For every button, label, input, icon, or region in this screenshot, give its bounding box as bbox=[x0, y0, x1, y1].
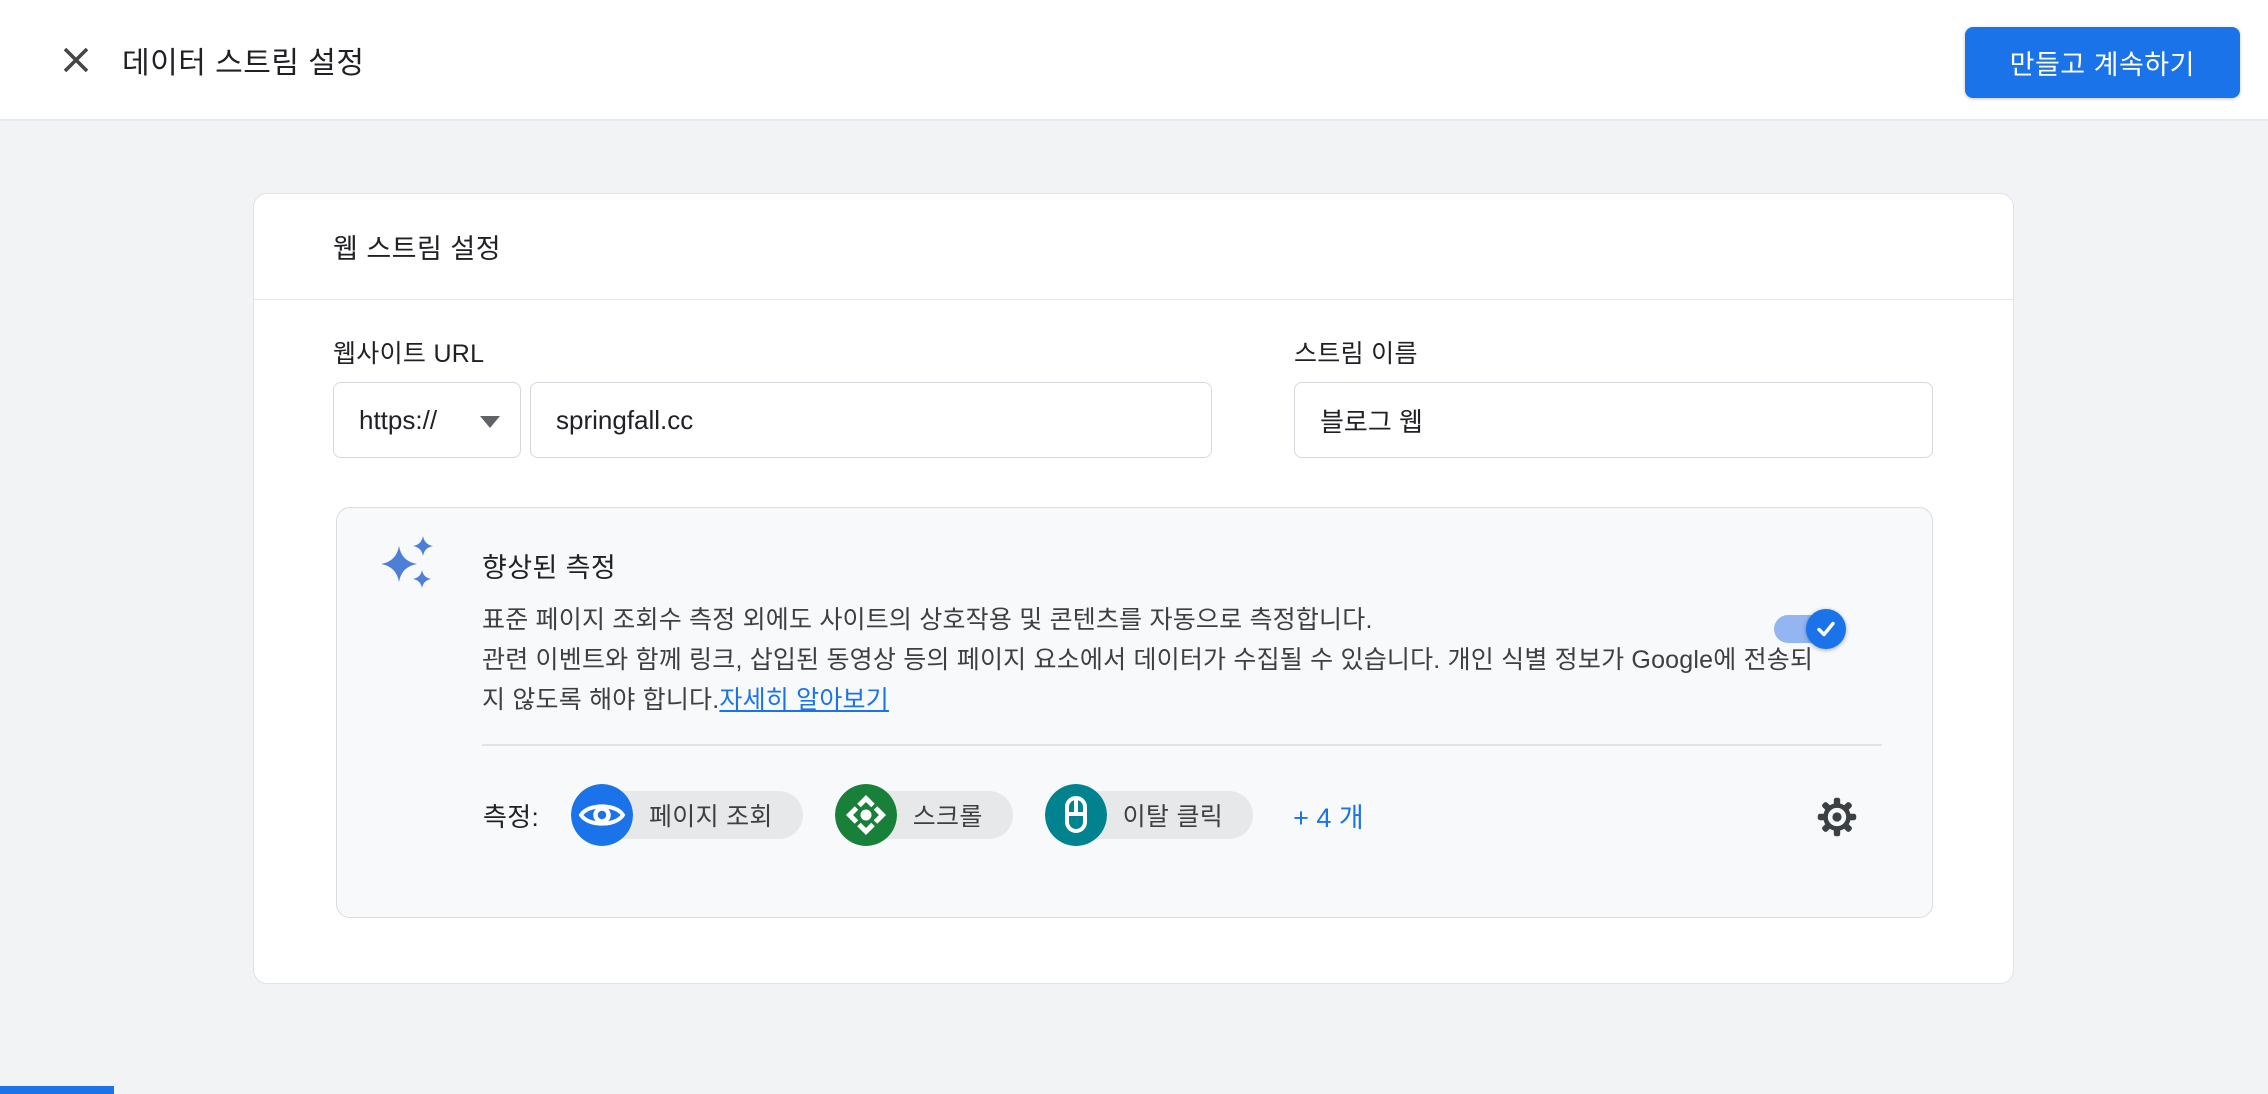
enhanced-measurement-title: 향상된 측정 bbox=[482, 546, 616, 585]
enhanced-measurement-settings-button[interactable] bbox=[1815, 795, 1859, 839]
panel-divider bbox=[482, 744, 1882, 746]
stream-name-label: 스트림 이름 bbox=[1294, 334, 1418, 370]
chevron-down-icon bbox=[480, 416, 500, 428]
chip-page-views[interactable]: 페이지 조회 bbox=[571, 784, 803, 846]
dialog-top-bar: 데이터 스트림 설정 만들고 계속하기 bbox=[0, 0, 2268, 121]
chip-scrolls[interactable]: 스크롤 bbox=[835, 784, 1013, 846]
create-and-continue-button[interactable]: 만들고 계속하기 bbox=[1965, 27, 2240, 98]
measurement-chips-row: 측정: 페이지 조회 스 bbox=[483, 784, 1364, 846]
toggle-thumb bbox=[1806, 609, 1846, 649]
enhanced-measurement-toggle[interactable] bbox=[1774, 615, 1844, 643]
card-header-title: 웹 스트림 설정 bbox=[254, 194, 2013, 300]
enhanced-measurement-description: 표준 페이지 조회수 측정 외에도 사이트의 상호작용 및 콘텐츠를 자동으로 … bbox=[482, 600, 1817, 720]
description-line-1: 표준 페이지 조회수 측정 외에도 사이트의 상호작용 및 콘텐츠를 자동으로 … bbox=[482, 606, 1373, 634]
description-line-2: 관련 이벤트와 함께 링크, 삽입된 동영상 등의 페이지 요소에서 데이터가 … bbox=[482, 646, 1813, 714]
checkmark-icon bbox=[1813, 616, 1839, 642]
data-stream-setup-page: { "dialog": { "title": "데이터 스트림 설정", "cr… bbox=[0, 0, 2268, 1094]
scroll-icon bbox=[835, 784, 897, 846]
gear-icon bbox=[1815, 795, 1859, 839]
close-button[interactable] bbox=[57, 41, 95, 79]
sparkle-icon bbox=[373, 530, 437, 594]
mouse-icon bbox=[1045, 784, 1107, 846]
chip-outbound-clicks[interactable]: 이탈 클릭 bbox=[1045, 784, 1253, 846]
more-measurements-link[interactable]: + 4 개 bbox=[1293, 796, 1364, 835]
close-icon bbox=[59, 43, 93, 77]
bottom-blue-strip bbox=[0, 1086, 114, 1094]
learn-more-link[interactable]: 자세히 알아보기 bbox=[719, 686, 889, 714]
protocol-dropdown-value: https:// bbox=[359, 405, 437, 436]
dialog-title: 데이터 스트림 설정 bbox=[122, 38, 364, 82]
stream-name-input[interactable] bbox=[1294, 382, 1933, 458]
measuring-label: 측정: bbox=[483, 797, 539, 834]
protocol-dropdown[interactable]: https:// bbox=[333, 382, 521, 458]
website-url-label: 웹사이트 URL bbox=[333, 334, 484, 370]
website-url-input[interactable] bbox=[530, 382, 1212, 458]
web-stream-card: 웹 스트림 설정 웹사이트 URL 스트림 이름 https:// 향상된 측정… bbox=[253, 193, 2014, 984]
enhanced-measurement-panel: 향상된 측정 표준 페이지 조회수 측정 외에도 사이트의 상호작용 및 콘텐츠… bbox=[336, 507, 1933, 918]
eye-icon bbox=[571, 784, 633, 846]
